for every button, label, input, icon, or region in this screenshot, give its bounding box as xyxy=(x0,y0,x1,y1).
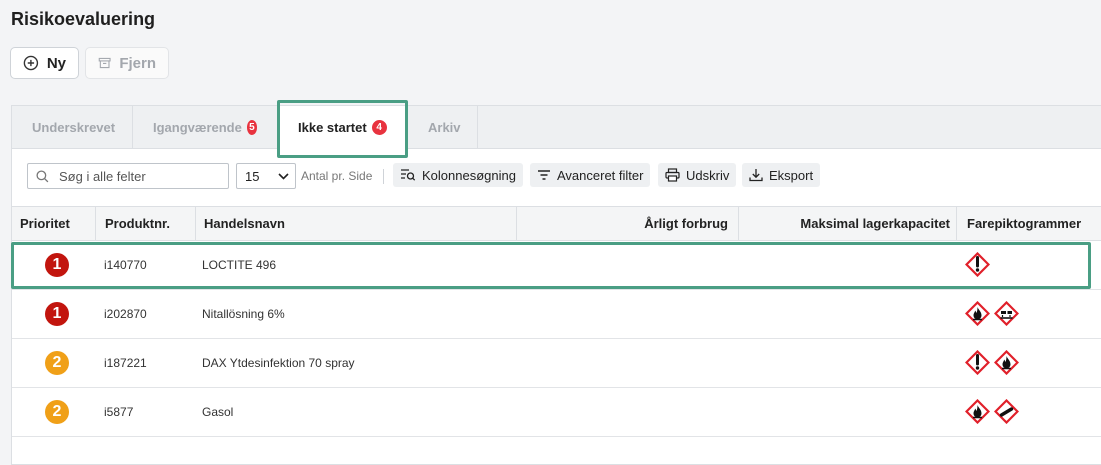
printer-icon xyxy=(665,168,680,182)
col-annual-usage[interactable]: Årligt forbrug xyxy=(516,207,738,240)
trade-name-cell: Nitallösning 6% xyxy=(202,306,285,321)
priority-cell: 2 xyxy=(45,338,69,387)
new-button-label: Ny xyxy=(46,54,66,72)
tab-arkiv[interactable]: Arkiv xyxy=(408,106,478,148)
priority-cell: 1 xyxy=(45,240,69,289)
tab-bar: Underskrevet Igangværende 5 Ikke startet… xyxy=(12,106,1101,149)
plus-circle-icon xyxy=(23,55,39,71)
table-header: Prioritet Produktnr. Handelsnavn Årligt … xyxy=(12,206,1101,241)
hazard-pictograms-cell xyxy=(965,387,1019,436)
page-size-label: Antal pr. Side xyxy=(301,169,373,183)
print-button[interactable]: Udskriv xyxy=(658,163,737,187)
hazard-pictograms-cell xyxy=(965,289,1019,338)
priority-cell: 2 xyxy=(45,387,69,436)
table-row[interactable]: 1 i202870 Nitallösning 6% xyxy=(12,289,1101,339)
trade-name-cell: Gasol xyxy=(202,404,234,419)
count-badge: 5 xyxy=(246,119,257,135)
download-icon xyxy=(749,169,763,182)
table-row[interactable]: 1 i140770 LOCTITE 496 xyxy=(12,240,1101,290)
product-no-cell: i140770 xyxy=(104,257,147,272)
trade-name-cell: DAX Ytdesinfektion 70 spray xyxy=(202,355,355,370)
priority-badge: 1 xyxy=(45,301,69,326)
chevron-down-icon xyxy=(278,172,289,180)
col-priority[interactable]: Prioritet xyxy=(20,207,95,240)
search-input[interactable] xyxy=(57,167,221,185)
product-no-cell: i202870 xyxy=(104,306,147,321)
col-trade-name[interactable]: Handelsnavn xyxy=(195,207,516,240)
exclamation-pictogram xyxy=(965,350,990,375)
flame-pictogram xyxy=(965,301,990,326)
table-row[interactable]: 2 i187221 DAX Ytdesinfektion 70 spray xyxy=(12,338,1101,388)
table-row[interactable]: 2 i5877 Gasol xyxy=(12,387,1101,437)
trade-name-cell: LOCTITE 496 xyxy=(202,257,277,272)
tab-label: Igangværende xyxy=(153,119,242,135)
search-field[interactable] xyxy=(27,163,229,189)
col-max-storage[interactable]: Maksimal lagerkapacitet xyxy=(738,207,956,240)
page-size-value: 15 xyxy=(245,168,260,184)
advanced-filter-label: Avanceret filter xyxy=(557,167,644,183)
column-search-label: Kolonnesøgning xyxy=(422,167,516,183)
table-toolbar: 15 Antal pr. Side Kolonnesøgning Avancer… xyxy=(12,161,1101,191)
toolbar-divider xyxy=(383,169,384,184)
export-label: Eksport xyxy=(769,167,814,183)
remove-button-label: Fjern xyxy=(119,54,156,72)
risk-panel: Underskrevet Igangværende 5 Ikke startet… xyxy=(11,105,1101,465)
product-no-cell: i187221 xyxy=(104,355,147,370)
product-no-cell: i5877 xyxy=(104,404,134,419)
print-label: Udskriv xyxy=(686,167,730,183)
priority-cell: 1 xyxy=(45,289,69,338)
column-search-icon xyxy=(401,169,416,181)
export-button[interactable]: Eksport xyxy=(742,163,821,187)
priority-badge: 2 xyxy=(45,350,69,375)
gas-cylinder-pictogram xyxy=(994,399,1019,424)
tab-label: Underskrevet xyxy=(32,119,116,135)
flame-pictogram xyxy=(965,399,990,424)
corrosion-pictogram xyxy=(994,301,1019,326)
advanced-filter-button[interactable]: Avanceret filter xyxy=(530,163,651,187)
tab-igangvaerende[interactable]: Igangværende 5 xyxy=(133,106,278,148)
exclamation-pictogram xyxy=(965,252,990,277)
flame-pictogram xyxy=(994,350,1019,375)
column-search-button[interactable]: Kolonnesøgning xyxy=(393,163,523,187)
priority-badge: 2 xyxy=(45,399,69,424)
col-product-no[interactable]: Produktnr. xyxy=(95,207,195,240)
remove-button[interactable]: Fjern xyxy=(85,47,169,79)
filter-icon xyxy=(538,170,550,180)
search-icon xyxy=(36,169,49,182)
priority-badge: 1 xyxy=(45,252,69,277)
col-hazard-pictograms[interactable]: Farepiktogrammer xyxy=(956,207,1101,240)
new-button[interactable]: Ny xyxy=(10,47,79,79)
archive-icon xyxy=(98,57,111,69)
tab-underskrevet[interactable]: Underskrevet xyxy=(12,106,133,148)
tab-label: Arkiv xyxy=(428,119,461,135)
tab-ikke-startet[interactable]: Ikke startet 4 xyxy=(278,106,408,149)
page-title: Risikoevaluering xyxy=(11,9,156,29)
hazard-pictograms-cell xyxy=(965,338,1019,387)
tab-label: Ikke startet xyxy=(298,120,367,135)
count-badge: 4 xyxy=(371,120,387,135)
page-size-select[interactable]: 15 xyxy=(236,163,296,189)
hazard-pictograms-cell xyxy=(965,240,990,289)
